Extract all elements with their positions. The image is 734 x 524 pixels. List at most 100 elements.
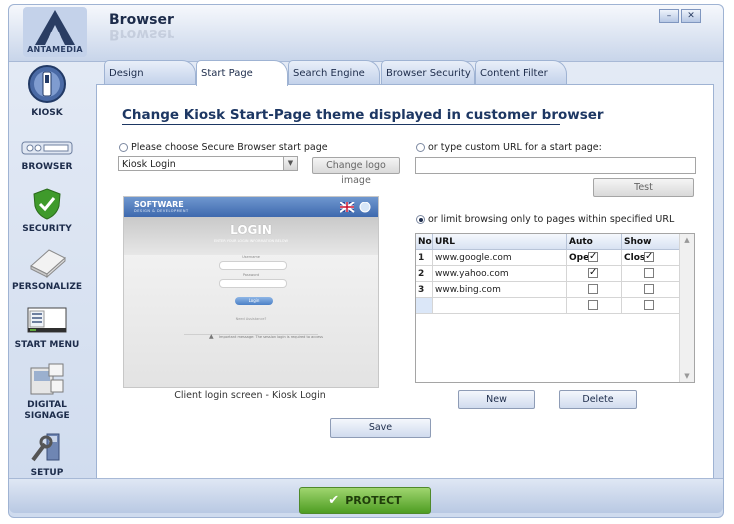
preview-login-button-label: Login	[248, 298, 260, 303]
change-logo-button[interactable]: Change logo image	[312, 157, 400, 186]
preview-help-text: Need Assistance?	[235, 317, 267, 321]
heading-underline	[122, 124, 560, 125]
tab-browser-security[interactable]: Browser Security	[381, 60, 475, 85]
digital-signage-icon	[30, 363, 64, 395]
sidebar-item-kiosk[interactable]: KIOSK	[4, 64, 90, 119]
table-cell-url[interactable]: www.google.com	[433, 250, 567, 266]
tab-start-page[interactable]: Start Page	[196, 60, 288, 86]
auto-open-checkbox-checked[interactable]: ✓	[588, 268, 598, 278]
url-table: No URL Auto Open Show Close 1 www.google…	[415, 233, 695, 383]
sidebar-item-label: SECURITY	[22, 224, 72, 234]
table-header-auto-open: Auto Open	[567, 234, 622, 263]
sidebar-item-browser[interactable]: BROWSER	[4, 136, 90, 173]
sidebar-item-label: KIOSK	[31, 108, 63, 118]
start-page-select-value: Kiosk Login	[122, 159, 176, 170]
kiosk-icon	[28, 65, 66, 103]
table-cell-url-new[interactable]	[433, 298, 567, 314]
table-scrollbar[interactable]: ▲ ▼	[679, 234, 694, 382]
show-close-checkbox[interactable]	[644, 268, 654, 278]
page-title-reflection: Browser	[109, 26, 174, 42]
preview-brand: SOFTWARE	[134, 200, 184, 209]
logo-text: ANTAMEDIA	[27, 45, 83, 54]
show-close-checkbox-checked[interactable]: ✓	[644, 252, 654, 262]
table-cell-url[interactable]: www.yahoo.com	[433, 266, 567, 282]
checkmark-icon: ✔	[328, 493, 340, 508]
uk-flag-icon	[340, 202, 371, 213]
window-controls: – ✕	[659, 9, 701, 23]
table-cell-show-close-new	[622, 298, 680, 314]
custom-url-radio[interactable]	[416, 143, 425, 152]
secure-start-page-radio[interactable]	[119, 143, 128, 152]
table-cell-auto-open: ✓	[567, 266, 622, 282]
table-cell-no-new	[416, 298, 433, 314]
auto-open-checkbox[interactable]	[588, 300, 598, 310]
chevron-down-icon[interactable]: ▼	[283, 157, 297, 170]
tab-design[interactable]: Design	[104, 60, 196, 85]
show-close-checkbox[interactable]	[644, 284, 654, 294]
sidebar-item-label: BROWSER	[21, 162, 73, 172]
login-preview-image: SOFTWARE DESIGN & DEVELOPMENT LOGIN ENTE…	[123, 196, 379, 388]
title-bar: ANTAMEDIA Browser Browser – ✕	[9, 5, 723, 62]
sidebar-item-setup[interactable]: SETUP	[4, 430, 90, 479]
start-menu-icon	[27, 307, 67, 333]
table-cell-no: 1	[416, 250, 433, 266]
new-button[interactable]: New	[458, 390, 535, 409]
sidebar-item-label: START MENU	[14, 340, 80, 350]
table-cell-no: 2	[416, 266, 433, 282]
limit-browsing-label: or limit browsing only to pages within s…	[428, 214, 675, 225]
scroll-down-icon[interactable]: ▼	[680, 370, 694, 382]
preview-password-label: Password	[242, 273, 260, 277]
table-cell-no: 3	[416, 282, 433, 298]
table-header-no: No	[416, 234, 433, 250]
save-button[interactable]: Save	[330, 418, 431, 438]
table-cell-show-close	[622, 282, 680, 298]
security-shield-icon	[33, 188, 61, 220]
show-close-checkbox[interactable]	[644, 300, 654, 310]
preview-username-label: Username	[242, 255, 260, 259]
auto-open-checkbox[interactable]	[588, 284, 598, 294]
sidebar-item-personalize[interactable]: PERSONALIZE	[4, 244, 90, 293]
test-button[interactable]: Test	[593, 178, 694, 197]
table-header-url: URL	[433, 234, 567, 250]
protect-button[interactable]: ✔ PROTECT	[299, 487, 431, 514]
preview-login-sub: ENTER YOUR LOGIN INFORMATION BELOW	[214, 239, 288, 243]
auto-open-checkbox-checked[interactable]: ✓	[588, 252, 598, 262]
custom-url-input[interactable]	[415, 157, 696, 174]
table-cell-show-close	[622, 266, 680, 282]
minimize-button[interactable]: –	[659, 9, 679, 23]
tab-content-filter[interactable]: Content Filter	[475, 60, 567, 85]
preview-login-title: LOGIN	[230, 223, 272, 237]
sidebar-item-label-line2: SIGNAGE	[24, 411, 70, 421]
table-cell-auto-open: ✓	[567, 250, 622, 266]
preview-header: SOFTWARE DESIGN & DEVELOPMENT	[124, 197, 378, 217]
secure-start-page-label: Please choose Secure Browser start page	[131, 142, 328, 153]
table-cell-url[interactable]: www.bing.com	[433, 282, 567, 298]
scroll-up-icon[interactable]: ▲	[680, 234, 694, 246]
close-button[interactable]: ✕	[681, 9, 701, 23]
sidebar-item-label: DIGITAL	[27, 400, 67, 410]
sidebar-item-security[interactable]: SECURITY	[4, 188, 90, 235]
table-cell-auto-open	[567, 282, 622, 298]
browser-icon	[21, 141, 73, 155]
setup-icon	[31, 433, 60, 462]
preview-notice-text: Important message: The session login is …	[219, 335, 323, 339]
table-header-show-close: Show Close	[622, 234, 680, 263]
warning-icon: ▲	[209, 333, 214, 340]
sidebar-item-digital-signage[interactable]: DIGITAL SIGNAGE	[4, 362, 90, 422]
personalize-icon	[30, 249, 66, 278]
custom-url-label: or type custom URL for a start page:	[428, 142, 602, 153]
preview-caption: Client login screen - Kiosk Login	[174, 390, 326, 401]
limit-browsing-radio[interactable]	[416, 215, 425, 224]
protect-button-label: PROTECT	[345, 494, 402, 507]
delete-button[interactable]: Delete	[559, 390, 637, 409]
preview-username-field	[219, 261, 287, 270]
start-page-select[interactable]: Kiosk Login ▼	[118, 156, 298, 171]
sidebar: KIOSK BROWSER SECURITY PERSONALIZE START…	[4, 58, 90, 478]
table-cell-show-close: ✓	[622, 250, 680, 266]
tab-search-engine[interactable]: Search Engine	[288, 60, 380, 85]
sidebar-item-start-menu[interactable]: START MENU	[4, 306, 90, 351]
section-heading: Change Kiosk Start-Page theme displayed …	[122, 107, 604, 123]
table-cell-auto-open-new	[567, 298, 622, 314]
preview-brand-sub: DESIGN & DEVELOPMENT	[134, 209, 189, 213]
sidebar-item-label: PERSONALIZE	[11, 282, 83, 292]
